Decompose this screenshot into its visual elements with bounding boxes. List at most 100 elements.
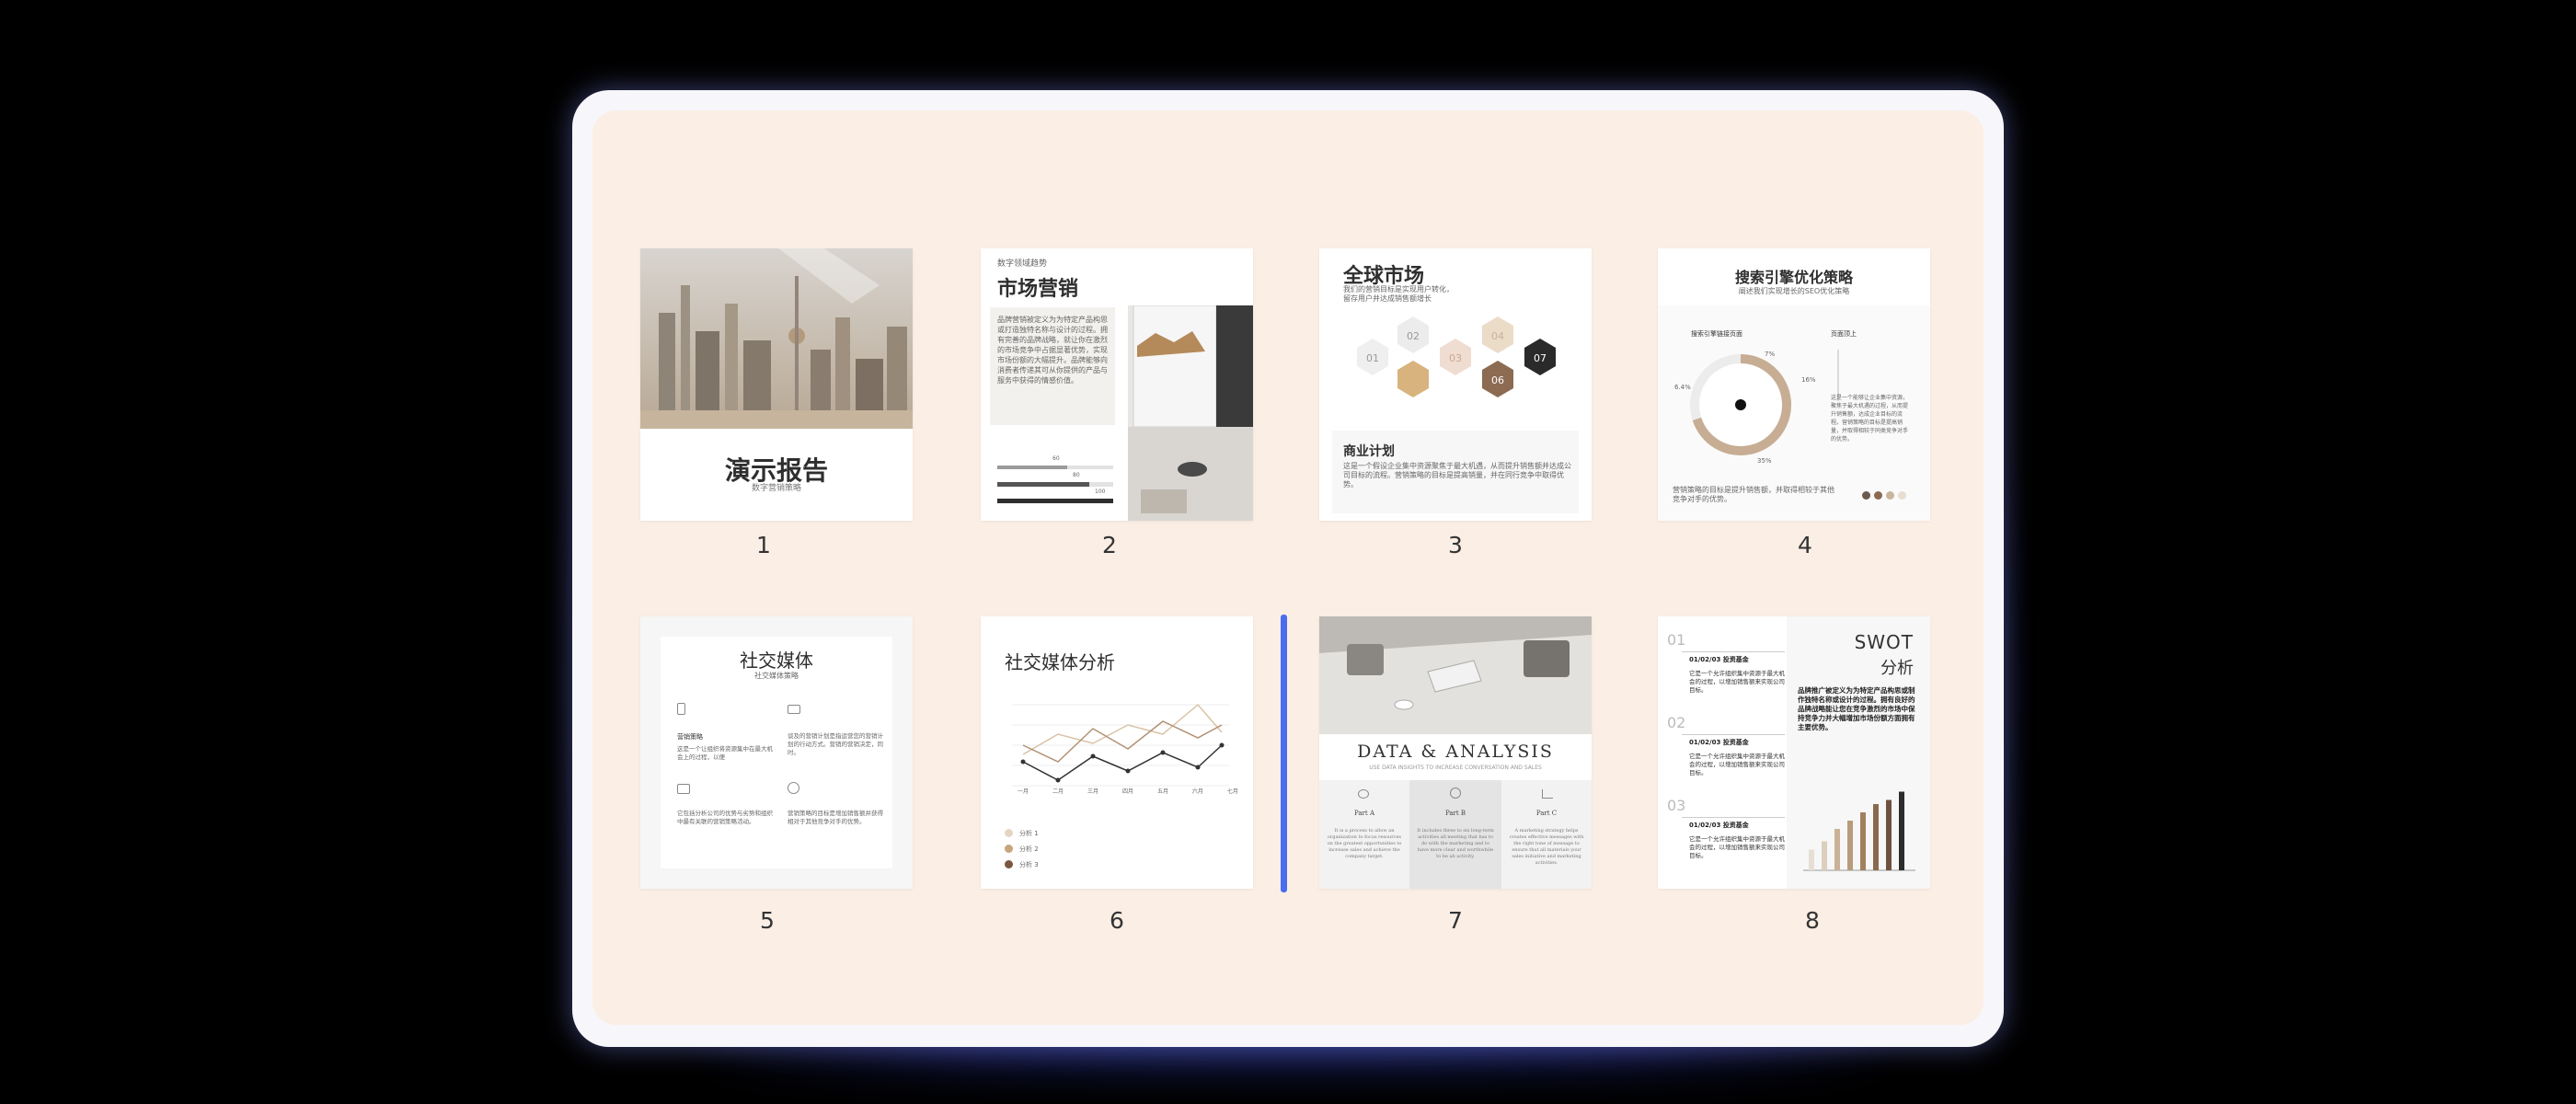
slide-thumbnail-7[interactable]: DATA & ANALYSIS USE DATA INSIGHTS TO INC… (1319, 616, 1592, 889)
hex-label-02: 02 (1407, 330, 1420, 342)
pct-top: 7% (1765, 351, 1776, 358)
swot-bar-chart (1803, 791, 1915, 871)
slide-title: 搜索引擎优化策略 (1734, 269, 1853, 286)
column-text: A marketing strategy helps creates effec… (1509, 828, 1584, 866)
hex-label-01: 01 (1366, 352, 1379, 364)
globe-icon (788, 782, 799, 794)
slide-title: 社交媒体分析 (1005, 651, 1115, 673)
month-label: 五月 (1156, 788, 1168, 795)
bar (1873, 804, 1879, 870)
hex-label-07: 07 (1534, 352, 1547, 364)
month-label: 三月 (1087, 788, 1098, 795)
entry-head: 01/02/03 投资基金 (1689, 739, 1749, 746)
slide-subtitle: 社交媒体策略 (754, 672, 799, 680)
legend-dot (1862, 491, 1870, 500)
slide-thumbnail-5[interactable]: 社交媒体 社交媒体策略 营销策略 这是一个让组织将资源集中在最大机会上的过程，以… (640, 616, 913, 889)
section-title: 商业计划 (1343, 444, 1395, 459)
month-label: 六月 (1191, 788, 1203, 795)
divider (1682, 651, 1785, 652)
slide-subtitle: 我们的营销目标是实现用户转化，留存用户并达成销售额增长 (1343, 285, 1454, 303)
bar (1860, 812, 1866, 870)
slide-title: DATA & ANALYSIS (1357, 742, 1554, 762)
month-label: 二月 (1052, 788, 1064, 795)
progress-label-1: 60 (1052, 455, 1060, 462)
item-text: 它包括分析公司的优势与劣势和组织中最有关联的营销策略活动。 (677, 810, 773, 825)
month-label: 七月 (1226, 788, 1238, 795)
slide-number-8: 8 (1805, 907, 1820, 934)
phone-icon (677, 703, 685, 715)
slide-number-1: 1 (756, 532, 771, 558)
item-text: 营销策略的目标是增加销售额并获得相对于其他竞争对手的优势。 (788, 810, 883, 825)
slide-thumbnail-2[interactable]: 数字领域趋势 市场营销 品牌营销被定义为为特定产品构思或打造独特名称与设计的过程… (981, 248, 1253, 521)
column-text: It includes three to six long-term activ… (1417, 828, 1494, 859)
month-label: 四月 (1121, 788, 1133, 795)
slide-thumbnail-4[interactable]: 搜索引擎优化策略 阐述我们实现增长的SEO优化策略 搜索引擎链接页面 页面顶上 … (1658, 248, 1930, 521)
hex-label-04: 04 (1491, 330, 1504, 342)
slide-thumbnail-6[interactable]: 社交媒体分析 一月 二月 三月 四月 五月 六月 七月 分析 1 分析 2 分析… (981, 616, 1253, 889)
legend-label: 分析 2 (1019, 845, 1039, 853)
bar-chart-icon (1542, 789, 1553, 799)
bar (1809, 849, 1814, 870)
slide-thumbnail-1[interactable]: 演示报告 数字营销策略 (640, 248, 913, 521)
item-text: 这是一个让组织将资源集中在最大机会上的过程，以便 (677, 745, 773, 761)
slide-number-2: 2 (1102, 532, 1117, 558)
slide-thumbnail-3[interactable]: 全球市场 我们的营销目标是实现用户转化，留存用户并达成销售额增长 01 02 0… (1319, 248, 1592, 521)
legend-swatch (1005, 860, 1013, 868)
slide-number-4: 4 (1798, 532, 1812, 558)
swot-body: 品牌推广被定义为为特定产品构思或制作独特名称或设计的过程。拥有良好的品牌战略能让… (1798, 686, 1915, 731)
slide-title-2: 分析 (1880, 659, 1914, 678)
pct-left: 6.4% (1674, 384, 1691, 391)
entry-text: 它是一个允许组织集中资源于最大机会的过程，以增加销售额来实现公司目标。 (1689, 670, 1785, 694)
desk-photo (1128, 305, 1253, 521)
slide-number-7: 7 (1448, 907, 1463, 934)
hex-label-06: 06 (1491, 374, 1504, 386)
entry-text: 它是一个允许组织集中资源于最大机会的过程，以增加销售额来实现公司目标。 (1689, 835, 1785, 859)
slide-title: 市场营销 (997, 278, 1079, 301)
bar (1899, 791, 1904, 870)
column-title: Part A (1353, 810, 1374, 817)
legend-dot (1886, 491, 1894, 500)
entry-number: 03 (1667, 797, 1686, 814)
slide-body: 品牌营销被定义为为特定产品构思或打造独特名称与设计的过程。拥有完善的品牌战略，就… (997, 316, 1108, 385)
bar (1847, 821, 1853, 870)
entry-head: 01/02/03 投资基金 (1689, 656, 1749, 663)
target-icon (1450, 788, 1461, 799)
slide-number-5: 5 (760, 907, 775, 934)
slide-title: SWOT (1854, 631, 1914, 653)
bar (1822, 841, 1827, 870)
legend-label: 分析 3 (1019, 861, 1039, 868)
entry-head: 01/02/03 投资基金 (1689, 822, 1749, 829)
section-body: 这是一个假设企业集中资源聚焦于最大机遇，从而提升销售额并达成公司目标的流程。营销… (1343, 462, 1571, 489)
slide-footer: 营销策略的目标是提升销售额，并取得相较于其他竞争对手的优势。 (1673, 486, 1834, 503)
pct-bottom: 35% (1757, 457, 1772, 465)
video-icon (788, 705, 800, 714)
legend-swatch (1005, 845, 1013, 853)
image-icon (677, 784, 690, 794)
slide-subtitle: 数字营销策略 (751, 484, 801, 493)
slide-subtitle: USE DATA INSIGHTS TO INCREASE CONVERSATI… (1369, 765, 1542, 771)
legend-swatch (1005, 829, 1013, 837)
drop-indicator (1281, 615, 1287, 892)
column-title: Part B (1444, 810, 1466, 817)
slide-kicker: 数字领域趋势 (997, 259, 1048, 269)
slide-title: 社交媒体 (740, 650, 813, 672)
color-legend (1862, 491, 1906, 500)
progress-label-3: 100 (1095, 489, 1106, 495)
legend-label: 分析 1 (1019, 830, 1039, 837)
item-title: 营销策略 (677, 733, 703, 741)
office-photo (1319, 616, 1592, 734)
divider (1682, 734, 1785, 735)
legend-dot (1874, 491, 1882, 500)
progress-fill-2 (997, 482, 1089, 487)
bar (1886, 799, 1892, 870)
month-axis: 一月 二月 三月 四月 五月 六月 七月 (1018, 788, 1238, 797)
slide-title: 演示报告 (724, 455, 828, 486)
slide-number-6: 6 (1110, 907, 1124, 934)
entry-text: 它是一个允许组织集中资源于最大机会的过程，以增加销售额来实现公司目标。 (1689, 753, 1785, 776)
item-text: 谈及的营销计划是指运营您的营销计划的行动方式。营销的营销决定，同时。 (788, 732, 883, 756)
hex-label-03: 03 (1449, 352, 1462, 364)
slide-thumbnail-8[interactable]: SWOT 分析 品牌推广被定义为为特定产品构思或制作独特名称或设计的过程。拥有良… (1658, 616, 1930, 889)
column-text: It is a process to allow an organization… (1327, 828, 1402, 859)
entry-number: 02 (1667, 714, 1686, 731)
network-icon (1358, 789, 1369, 799)
